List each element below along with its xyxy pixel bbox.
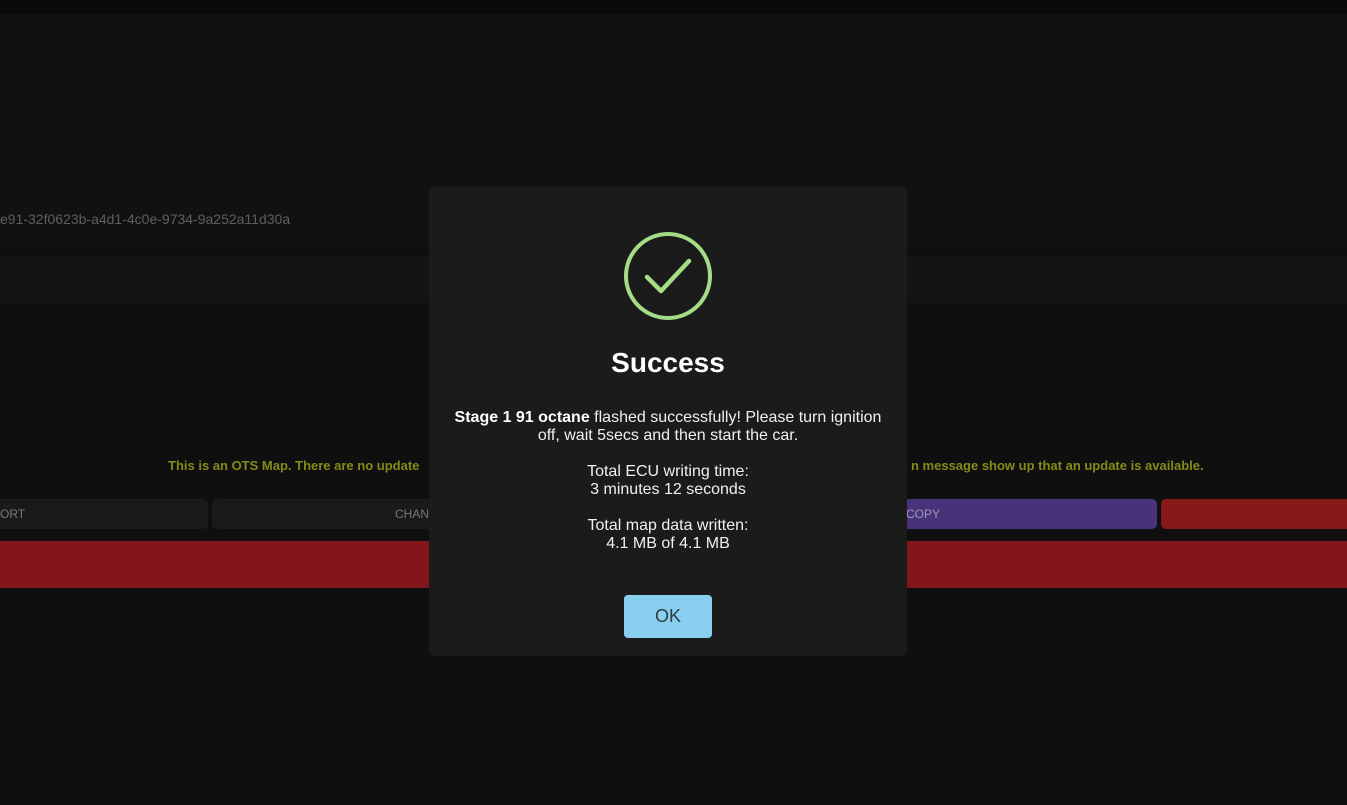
dialog-body: Stage 1 91 octane flashed successfully! … [449, 409, 887, 571]
data-written-info: Total map data written: 4.1 MB of 4.1 MB [449, 517, 887, 553]
writing-time-info: Total ECU writing time: 3 minutes 12 sec… [449, 463, 887, 499]
success-dialog: Success Stage 1 91 octane flashed succes… [429, 187, 907, 656]
writing-time-label: Total ECU writing time: [587, 463, 749, 480]
flash-result-message: Stage 1 91 octane flashed successfully! … [449, 409, 887, 445]
flash-message-text: flashed successfully! Please turn igniti… [537, 409, 882, 444]
map-name: Stage 1 91 octane [454, 409, 590, 426]
dialog-title: Success [611, 347, 725, 378]
data-written-label: Total map data written: [587, 517, 749, 534]
ok-button[interactable]: OK [624, 595, 712, 638]
check-circle-icon [624, 232, 712, 320]
data-written-value: 4.1 MB of 4.1 MB [606, 535, 730, 552]
writing-time-value: 3 minutes 12 seconds [590, 481, 746, 498]
